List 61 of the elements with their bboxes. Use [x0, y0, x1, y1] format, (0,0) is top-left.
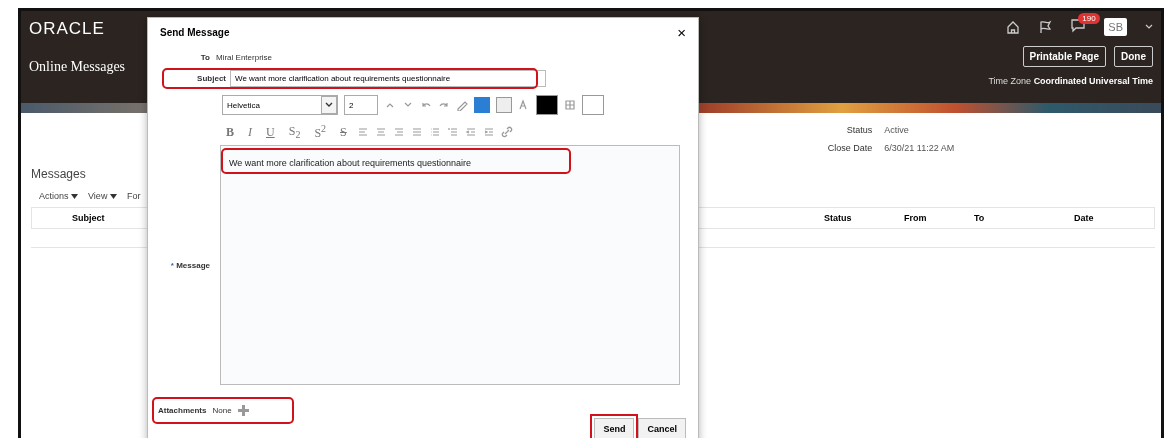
caret-icon — [109, 194, 117, 199]
detail-label: Close Date — [826, 143, 873, 153]
header-button[interactable]: Printable Page — [1022, 46, 1106, 67]
field-label: Subject — [196, 74, 226, 83]
column-header: From — [904, 213, 928, 223]
bullet-list-icon[interactable] — [428, 126, 441, 138]
detail-value: 6/30/21 11:22 AM — [884, 143, 956, 153]
format-button[interactable]: S — [336, 124, 351, 140]
detail-label: Status — [845, 125, 873, 135]
align-left-icon[interactable] — [356, 126, 369, 138]
view-toggle[interactable] — [496, 97, 512, 113]
subject-field[interactable]: We want more clarification about requirements questionnaire — [230, 70, 546, 87]
field-value: None — [212, 406, 232, 415]
caret-icon — [71, 194, 79, 199]
menu-button[interactable]: View — [88, 191, 117, 201]
column-header: To — [974, 213, 986, 223]
view-toggle[interactable] — [474, 97, 490, 113]
header-button[interactable]: Done — [1114, 46, 1153, 67]
numbered-list-icon[interactable] — [446, 126, 459, 138]
field-label: Attachments — [158, 406, 207, 415]
chevron-down-icon[interactable] — [325, 102, 333, 108]
background-color-swatch[interactable] — [582, 95, 604, 115]
field-label: To — [199, 53, 210, 62]
outdent-icon[interactable] — [464, 126, 477, 138]
align-right-icon[interactable] — [392, 126, 405, 138]
message-editor[interactable]: We want more clarification about requirements questionnaire — [220, 145, 680, 385]
user-avatar[interactable]: SB — [1104, 18, 1127, 36]
column-header: Subject — [72, 213, 106, 223]
section-title: Messages — [31, 167, 87, 181]
menu-button[interactable]: For — [126, 191, 141, 201]
notification-badge: 190 — [1078, 13, 1100, 24]
page-title: Online Messages — [29, 59, 126, 75]
field-label: * Message — [169, 260, 210, 270]
message-text: We want more clarification about requirements questionnaire — [229, 158, 471, 168]
dialog-button[interactable]: Cancel — [638, 418, 686, 438]
format-button[interactable]: B — [222, 124, 238, 140]
logo: ORACLE — [29, 19, 106, 39]
indent-icon[interactable] — [482, 126, 495, 138]
size-select[interactable]: 2 — [344, 95, 378, 115]
flag-icon[interactable] — [1038, 20, 1053, 34]
column-header: Date — [1074, 213, 1095, 223]
dialog-title: Send Message — [160, 27, 230, 38]
justify-icon[interactable] — [410, 126, 423, 138]
field-value: Miral Enterprise — [216, 53, 273, 62]
home-icon[interactable] — [1006, 20, 1021, 34]
font-select[interactable]: Helvetica — [222, 95, 338, 115]
detail-value: Active — [884, 125, 910, 135]
format-button[interactable]: I — [244, 124, 256, 140]
grid-icon[interactable] — [564, 99, 576, 111]
add-icon[interactable] — [237, 405, 249, 416]
close-button[interactable]: × — [677, 24, 686, 41]
align-center-icon[interactable] — [374, 126, 387, 138]
format-button[interactable]: U — [262, 124, 279, 140]
time-zone-text: Time Zone Coordinated Universal Time — [988, 76, 1153, 86]
text-color-swatch[interactable] — [536, 95, 558, 115]
format-button[interactable]: S$^{2}$ — [310, 123, 331, 141]
menu-button[interactable]: Actions — [39, 191, 79, 201]
column-header: Status — [824, 213, 853, 223]
pencil-icon[interactable] — [456, 99, 468, 111]
format-button[interactable]: S$_{2}$ — [284, 123, 305, 141]
link-icon[interactable] — [500, 126, 513, 138]
